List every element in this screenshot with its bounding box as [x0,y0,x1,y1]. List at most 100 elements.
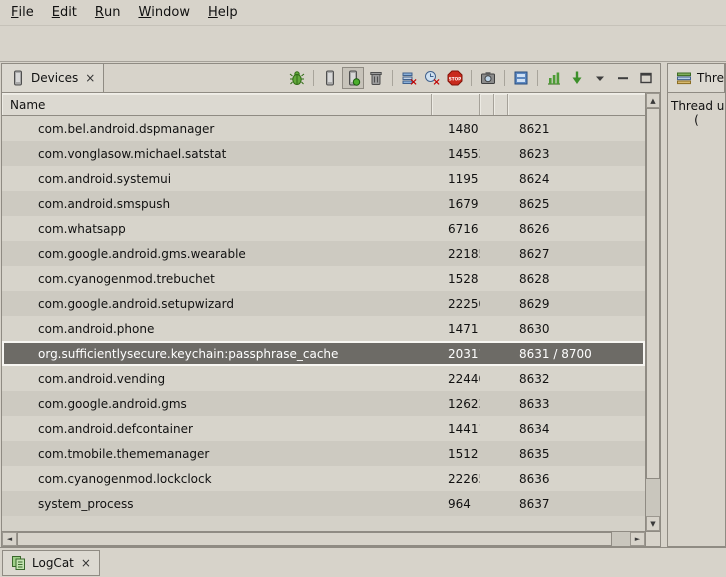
devices-panel: Devices × × × STOP Name com.bel.android.ds… [1,63,661,547]
horizontal-scrollbar[interactable]: ◄ ► [2,531,660,546]
process-port: 8621 [508,122,645,136]
column-header-port[interactable] [508,94,645,115]
process-port: 8626 [508,222,645,236]
menu-file[interactable]: File [2,0,43,25]
update-threads-icon[interactable]: × [398,67,420,89]
table-row[interactable]: com.google.android.gms.wearable221858627 [2,241,645,266]
tab-logcat[interactable]: LogCat × [2,550,100,576]
column-header-pid[interactable] [432,94,480,115]
scroll-right-icon[interactable]: ► [630,532,645,546]
tab-devices-label: Devices [31,71,78,85]
threads-message: Thread up ( [668,93,725,546]
threads-panel: Threads Thread up ( [667,63,726,547]
table-row[interactable]: com.tmobile.thememanager15128635 [2,441,645,466]
devices-panel-header: Devices × × × STOP [2,64,660,93]
table-row[interactable]: com.google.android.setupwizard222508629 [2,291,645,316]
process-pid: 22185 [432,247,480,261]
process-port: 8629 [508,297,645,311]
process-port: 8634 [508,422,645,436]
capture-system-info-icon[interactable] [566,67,588,89]
menu-edit[interactable]: Edit [43,0,86,25]
table-row[interactable]: com.google.android.gms126238633 [2,391,645,416]
column-header-empty-1[interactable] [480,94,494,115]
view-menu-icon[interactable] [589,67,611,89]
threads-message-line2: ( [668,113,725,127]
table-row[interactable]: com.android.vending224408632 [2,366,645,391]
process-pid: 12623 [432,397,480,411]
process-pid: 1679 [432,197,480,211]
devices-toolbar: × × STOP [286,64,660,92]
process-port: 8631 / 8700 [508,347,645,361]
svg-text:×: × [409,77,417,86]
tab-threads[interactable]: Threads [668,64,725,92]
horizontal-scroll-track[interactable] [17,532,630,546]
dump-hprof-icon[interactable] [342,67,364,89]
table-row[interactable]: com.cyanogenmod.lockclock222658636 [2,466,645,491]
svg-text:STOP: STOP [449,76,462,81]
process-pid: 14553 [432,147,480,161]
table-row[interactable]: com.bel.android.dspmanager14808621 [2,116,645,141]
process-port: 8635 [508,447,645,461]
threads-message-line1: Thread up [668,99,725,113]
cause-gc-icon[interactable] [365,67,387,89]
device-table-body: com.bel.android.dspmanager14808621com.vo… [2,116,645,531]
table-row[interactable]: com.cyanogenmod.trebuchet15288628 [2,266,645,291]
vertical-scroll-thumb[interactable] [646,108,660,479]
screen-capture-icon[interactable] [477,67,499,89]
table-row[interactable]: com.android.systemui11958624 [2,166,645,191]
update-heap-icon[interactable] [319,67,341,89]
column-header-name[interactable]: Name [2,94,432,115]
process-pid: 1195 [432,172,480,186]
minimize-icon[interactable] [612,67,634,89]
table-row[interactable]: com.whatsapp67168626 [2,216,645,241]
toolbar-separator [471,70,472,86]
process-name: com.whatsapp [2,222,432,236]
network-stats-icon[interactable] [543,67,565,89]
threads-icon [676,70,692,86]
process-name: com.cyanogenmod.lockclock [2,472,432,486]
scroll-down-icon[interactable]: ▼ [646,516,660,531]
process-port: 8625 [508,197,645,211]
table-row[interactable]: org.sufficientlysecure.keychain:passphra… [2,341,645,366]
tab-logcat-label: LogCat [32,556,74,570]
process-name: com.tmobile.thememanager [2,447,432,461]
menu-help[interactable]: Help [199,0,247,25]
table-row[interactable]: com.android.smspush1679 8625 [2,191,645,216]
menubar: FileEditRunWindowHelp [0,0,726,26]
process-name: com.android.defcontainer [2,422,432,436]
table-row[interactable]: system_process9648637 [2,491,645,516]
vertical-scrollbar[interactable]: ▲ ▼ [645,93,660,531]
scroll-up-icon[interactable]: ▲ [646,93,660,108]
debug-process-icon[interactable] [286,67,308,89]
table-row[interactable]: com.android.defcontainer144118634 [2,416,645,441]
menu-window[interactable]: Window [129,0,199,25]
scroll-left-icon[interactable]: ◄ [2,532,17,546]
close-icon[interactable]: × [85,71,95,85]
process-name: com.android.smspush [2,197,432,211]
bottom-bar: LogCat × [0,547,726,577]
main-toolbar [0,26,726,62]
process-pid: 22440 [432,372,480,386]
process-port: 8633 [508,397,645,411]
tab-devices[interactable]: Devices × [2,64,104,92]
process-port: 8628 [508,272,645,286]
process-pid: 22250 [432,297,480,311]
process-pid: 20311 [432,347,480,361]
menu-run[interactable]: Run [86,0,130,25]
process-name: com.android.systemui [2,172,432,186]
table-row[interactable]: com.android.phone14718630 [2,316,645,341]
table-row[interactable]: com.vonglasow.michael.satstat145538623 [2,141,645,166]
process-port: 8637 [508,497,645,511]
close-icon[interactable]: × [81,556,91,570]
column-header-empty-2[interactable] [494,94,508,115]
horizontal-scroll-thumb[interactable] [17,532,612,546]
stop-process-icon[interactable]: STOP [444,67,466,89]
toolbar-separator [504,70,505,86]
process-name: com.bel.android.dspmanager [2,122,432,136]
vertical-scroll-track[interactable] [646,108,660,516]
process-name: com.android.vending [2,372,432,386]
stop-method-profiling-icon[interactable]: × [421,67,443,89]
process-pid: 1471 [432,322,480,336]
dump-view-hierarchy-icon[interactable] [510,67,532,89]
maximize-icon[interactable] [635,67,657,89]
